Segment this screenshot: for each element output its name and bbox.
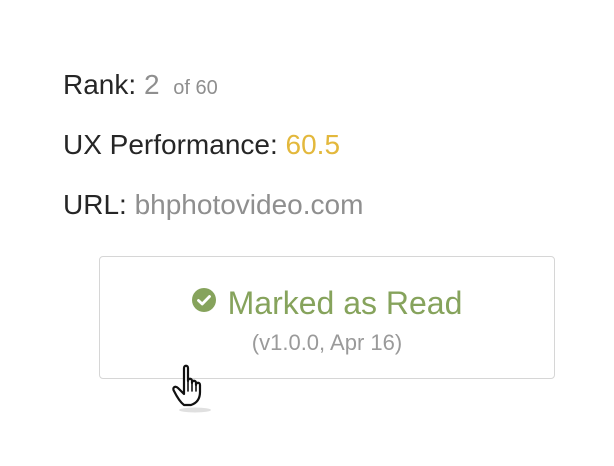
rank-line: Rank: 2 of 60 xyxy=(63,68,218,105)
rank-value: 2 xyxy=(143,69,160,100)
url-line: URL: bhphotovideo.com xyxy=(63,188,363,222)
read-status-label: Marked as Read xyxy=(227,285,463,321)
read-status-title: Marked as Read xyxy=(100,285,554,321)
rank-label: Rank: xyxy=(63,69,137,100)
check-circle-icon xyxy=(191,288,216,312)
url-label: URL: xyxy=(63,189,127,220)
url-value: bhphotovideo.com xyxy=(134,189,364,220)
ux-performance-line: UX Performance: 60.5 xyxy=(63,128,340,162)
hand-pointer-icon xyxy=(172,364,211,413)
ux-performance-label: UX Performance: xyxy=(63,129,278,160)
ux-performance-score: 60.5 xyxy=(285,129,341,160)
rank-total: of 60 xyxy=(173,77,218,99)
read-status-meta: (v1.0.0, Apr 16) xyxy=(251,330,403,355)
